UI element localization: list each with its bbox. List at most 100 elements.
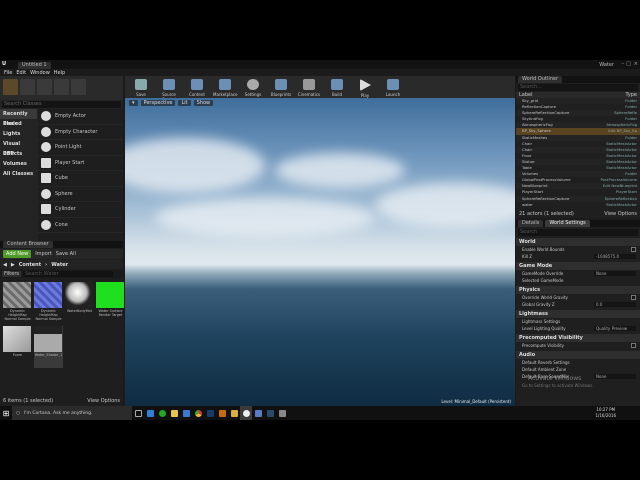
search-assets-input[interactable]: Search Water [23,271,113,277]
store-icon[interactable] [180,406,192,420]
forward-icon[interactable]: ▶ [11,262,15,268]
property-value[interactable]: 0.0 [594,302,636,307]
section-header[interactable]: Physics [516,286,640,294]
filters-button[interactable]: Filters [2,271,21,277]
file-explorer-icon[interactable] [168,406,180,420]
level-viewport[interactable]: ▾ Perspective Lit Show Level: Minimal_De… [125,98,515,406]
breadcrumb-content[interactable]: Content [19,262,41,268]
asset-tile[interactable]: Dynamic HeightMap Normal Sample [34,282,63,324]
show-button[interactable]: Show [193,99,214,106]
category-all-classes[interactable]: All Classes [0,169,37,179]
search-classes-input[interactable]: Search Classes [2,101,121,108]
asset-tile[interactable]: Water Surface Render Target [96,282,125,324]
list-item[interactable]: Sphere [38,187,123,202]
property-value[interactable]: Quality Preview [594,326,636,331]
property-value[interactable]: -1048575.0 [594,254,636,259]
source-control-button[interactable]: Source Control [157,78,181,102]
maximize-icon[interactable]: □ [626,61,631,67]
category-recently-placed[interactable]: Recently Placed [0,109,37,127]
list-item[interactable]: Cube [38,171,123,187]
menu-file[interactable]: File [4,70,12,76]
settings-button[interactable]: Settings [241,78,265,97]
list-item[interactable]: Point Light [38,140,123,156]
folder-icon[interactable] [228,406,240,420]
foliage-mode-icon[interactable] [54,79,69,95]
content-button[interactable]: Content [185,78,209,97]
category-visual-effects[interactable]: Visual Effects [0,139,37,157]
blueprints-button[interactable]: Blueprints [269,78,293,97]
minimize-icon[interactable]: – [622,61,625,67]
view-options-button[interactable]: View Options [604,211,637,217]
details-search-input[interactable]: Search [518,229,638,236]
close-icon[interactable]: × [634,61,638,67]
photoshop-icon[interactable] [204,406,216,420]
menu-edit[interactable]: Edit [16,70,26,76]
asset-tile[interactable]: Dynamic HeightMap Normal Sample [3,282,32,324]
outliner-search-input[interactable]: Search... [518,84,638,91]
property-value[interactable]: None [594,374,636,379]
activate-windows-hint: Go to Settings to activate Windows. [522,383,594,388]
level-tab[interactable]: Untitled 1 [18,62,51,69]
lit-button[interactable]: Lit [178,99,191,106]
play-button[interactable]: Play [353,78,377,98]
tab-details[interactable]: Details [518,220,544,227]
outliner-tab[interactable]: World Outliner [518,76,563,83]
add-new-button[interactable]: Add New [3,250,32,258]
unreal-taskbar-icon[interactable] [240,406,252,420]
menu-window[interactable]: Window [30,70,50,76]
view-options-button[interactable]: View Options [87,398,120,404]
asset-tile[interactable]: Water_Shader_1 [34,326,63,368]
category-lights[interactable]: Lights [0,129,37,139]
taskbar-clock[interactable]: 10:27 PM 1/16/2016 [595,407,616,419]
breadcrumb-water[interactable]: Water [51,262,68,268]
menu-help[interactable]: Help [54,70,65,76]
list-item[interactable]: Empty Character [38,125,123,140]
chrome-icon[interactable] [192,406,204,420]
section-header[interactable]: Lightmass [516,310,640,318]
tab-world-settings[interactable]: World Settings [545,220,590,227]
list-item[interactable]: Cone [38,218,123,233]
build-button[interactable]: Build [325,78,349,97]
illustrator-icon[interactable] [216,406,228,420]
task-view-icon[interactable] [132,406,144,420]
save-button[interactable]: Save [129,78,153,97]
save-all-button[interactable]: Save All [56,251,76,257]
perspective-button[interactable]: Perspective [140,99,176,106]
viewport-menu-icon[interactable]: ▾ [129,99,138,106]
list-item[interactable]: water StaticMeshActor [516,202,640,208]
xbox-icon[interactable] [156,406,168,420]
back-icon[interactable]: ◀ [3,262,7,268]
category-volumes[interactable]: Volumes [0,159,37,169]
place-mode-icon[interactable] [3,79,18,95]
content-browser-tab[interactable]: Content Browser [3,241,53,248]
landscape-mode-icon[interactable] [37,79,52,95]
paint-mode-icon[interactable] [20,79,35,95]
list-item[interactable]: Cylinder [38,202,123,218]
import-button[interactable]: Import [35,251,52,257]
asset-tile[interactable]: Foam [3,326,32,368]
list-item[interactable]: Empty Actor [38,109,123,125]
viewport-toolbar: ▾ Perspective Lit Show [125,98,515,107]
launch-button[interactable]: Launch [381,78,405,97]
property-checkbox[interactable] [631,295,636,300]
list-item[interactable]: Player Start [38,156,123,171]
property-checkbox[interactable] [631,343,636,348]
steam-icon[interactable] [264,406,276,420]
cortana-search-box[interactable]: ○ I'm Cortana. Ask me anything. [12,406,132,420]
geometry-mode-icon[interactable] [71,79,86,95]
asset-thumbnail [34,282,62,308]
section-header[interactable]: Game Mode [516,262,640,270]
property-value[interactable]: None [594,271,636,276]
section-header[interactable]: Audio [516,351,640,359]
property-checkbox[interactable] [631,247,636,252]
cinematics-button[interactable]: Cinematics [297,78,321,97]
asset-tile[interactable]: WaterBodyMat [65,282,94,324]
app-icon[interactable] [252,406,264,420]
section-header[interactable]: Precomputed Visibility [516,334,640,342]
section-header[interactable]: World [516,238,640,246]
edge-icon[interactable] [144,406,156,420]
app-icon[interactable] [276,406,288,420]
marketplace-button[interactable]: Marketplace [213,78,238,97]
windows-start-icon[interactable]: ⊞ [0,406,12,420]
cloud [275,153,405,188]
